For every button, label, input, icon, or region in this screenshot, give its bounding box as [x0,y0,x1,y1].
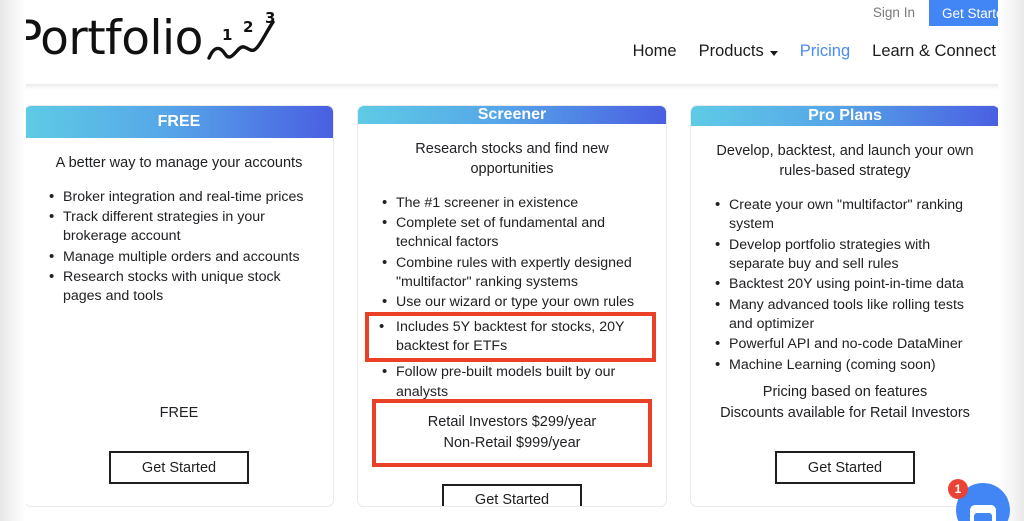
plan-feature-item: Backtest 20Y using point-in-time data [707,274,983,295]
plan-feature-item: Research stocks with unique stock pages … [41,267,317,307]
plan-card-pro-plans: Pro Plans Develop, backtest, and launch y… [690,105,1000,507]
main-navigation: Home Products Pricing Learn & Connect [633,42,1010,61]
plan-title: Pro Plans [691,106,999,127]
plan-feature-list: Create your own "multifactor" ranking sy… [707,195,983,376]
nav-item-products[interactable]: Products [699,42,778,61]
nav-item-home[interactable]: Home [633,42,677,61]
plan-feature-list: Broker integration and real-time pricesT… [41,187,317,308]
plan-title: FREE [25,106,333,138]
plan-feature-list: The #1 screener in existenceComplete set… [365,193,656,403]
plan-feature-item: Combine rules with expertly designed "mu… [374,253,650,293]
plan-footer: Retail Investors $299/year Non-Retail $99… [358,398,666,506]
pricing-plans-section: FREE A better way to manage your accounts… [0,84,1024,507]
plan-feature-item-highlighted: Includes 5Y backtest for stocks, 20Y bac… [365,311,656,363]
plan-body: Research stocks and find new opportuniti… [358,124,666,403]
header-get-started-button[interactable]: Get Started [928,0,1024,26]
logo-text: Portfolio [14,11,203,66]
chevron-down-icon [1002,50,1010,56]
plan-get-started-button[interactable]: Get Started [775,451,915,484]
chat-agent-icon [970,505,996,521]
plan-get-started-button[interactable]: Get Started [442,483,582,506]
nav-item-learn-connect-label: Learn & Connect [872,42,996,60]
plan-feature-item: Develop portfolio strategies with separa… [707,235,983,275]
plan-price: FREE [41,397,317,430]
plan-feature-item: The #1 screener in existence [374,193,650,214]
nav-item-pricing-label: Pricing [799,42,851,60]
logo-growth-chart-icon: 1 2 3 [205,9,283,69]
nav-item-home-label: Home [632,42,677,60]
plan-card-free: FREE A better way to manage your accounts… [24,105,334,507]
nav-item-pricing[interactable]: Pricing [800,42,850,61]
plan-price-line: Discounts available for Retail Investors [720,404,970,421]
plan-feature-item: Manage multiple orders and accounts [41,247,317,268]
nav-item-learn-connect[interactable]: Learn & Connect [872,42,1010,61]
plan-feature-item: Track different strategies in your broke… [41,207,317,247]
plan-get-started-button[interactable]: Get Started [109,451,249,484]
sign-in-link[interactable]: Sign In [859,0,929,26]
nav-item-products-label: Products [698,42,764,60]
plan-feature-item: Machine Learning (coming soon) [707,355,983,376]
svg-text:2: 2 [243,18,253,36]
plan-body: Develop, backtest, and launch your own r… [691,126,999,376]
svg-text:3: 3 [265,12,275,27]
plan-feature-item: Broker integration and real-time prices [41,187,317,208]
plan-footer: FREE Get Started [25,397,333,506]
plan-price-highlighted: Retail Investors $299/year Non-Retail $99… [372,398,652,467]
plan-body: A better way to manage your accounts Brok… [25,138,333,397]
plan-feature-item: Many advanced tools like rolling tests a… [707,295,983,335]
plan-price: Pricing based on features Discounts avail… [707,376,983,430]
plan-feature-item: Follow pre-built models built by our ana… [374,362,650,402]
plan-price-line: Pricing based on features [762,383,928,400]
header-account-actions: Sign In Get Started [859,0,1024,26]
plan-tagline: Develop, backtest, and launch your own r… [716,143,974,180]
chat-unread-badge: 1 [948,479,968,499]
chat-widget[interactable]: 1 [948,479,1010,521]
site-logo[interactable]: Portfolio 1 2 3 [14,6,283,69]
plan-title: Screener [358,106,666,124]
plan-price-line: FREE [159,404,199,421]
plan-feature-item: Powerful API and no-code DataMiner [707,334,983,355]
plan-price-line: Retail Investors $299/year [427,413,597,430]
plan-price-line: Non-Retail $999/year [443,434,581,451]
plan-tagline: Research stocks and find new opportuniti… [415,141,609,177]
plan-tagline: A better way to manage your accounts [55,155,303,171]
svg-text:1: 1 [222,26,232,44]
plan-feature-item: Create your own "multifactor" ranking sy… [707,195,983,235]
chevron-down-icon [769,50,778,56]
plan-feature-item: Complete set of fundamental and technica… [374,213,650,253]
plan-card-screener: Screener Research stocks and find new opp… [357,105,667,507]
plan-feature-item: Use our wizard or type your own rules [374,292,650,313]
site-header: Portfolio 1 2 3 Sign In Get Started Home… [0,0,1024,84]
